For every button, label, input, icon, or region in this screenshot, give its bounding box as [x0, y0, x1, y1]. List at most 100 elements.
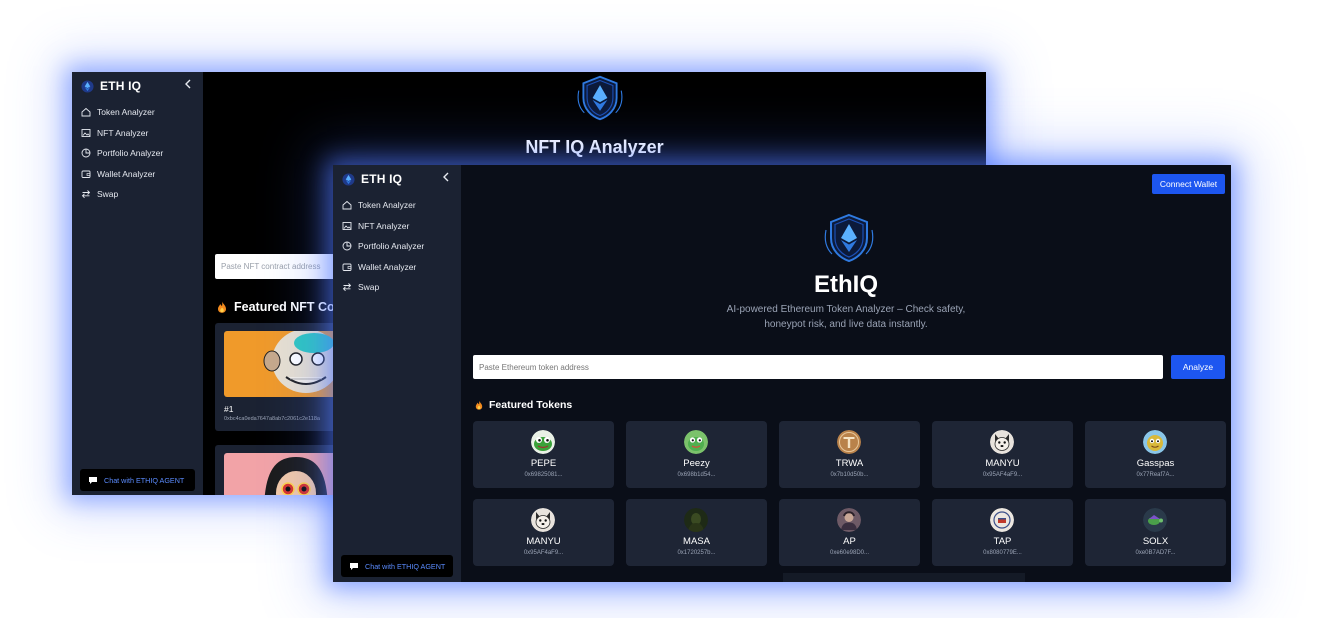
- token-card-ap[interactable]: AP 0xe60e98D0...: [779, 499, 920, 566]
- sidebar: ETH IQ Token Analyzer NFT Analyzer Portf…: [333, 165, 461, 582]
- analyze-button[interactable]: Analyze: [1171, 355, 1225, 379]
- featured-nft-heading: Featured NFT Col: [217, 300, 338, 314]
- frog-icon: [531, 430, 555, 454]
- token-card-peezy[interactable]: Peezy 0x698b1d54...: [626, 421, 767, 488]
- sidebar-item-portfolio-analyzer[interactable]: Portfolio Analyzer: [72, 143, 203, 164]
- sidebar-item-swap[interactable]: Swap: [333, 277, 461, 298]
- sidebar-item-wallet-analyzer[interactable]: Wallet Analyzer: [333, 257, 461, 278]
- sidebar-item-wallet-analyzer[interactable]: Wallet Analyzer: [72, 164, 203, 185]
- token-address: 0x698b1d54...: [677, 472, 716, 478]
- token-symbol: TRWA: [835, 458, 864, 469]
- sidebar-item-label: NFT Analyzer: [97, 127, 149, 138]
- pie-chart-icon: [342, 241, 352, 251]
- shiba-icon: [531, 508, 555, 532]
- token-symbol: AP: [843, 536, 856, 547]
- sidebar-item-label: Portfolio Analyzer: [97, 148, 164, 159]
- photo-avatar-icon: [837, 508, 861, 532]
- token-address: 0x69825081...: [524, 472, 563, 478]
- token-card-pepe[interactable]: PEPE 0x69825081...: [473, 421, 614, 488]
- token-card-masa[interactable]: MASA 0x1720257b...: [626, 499, 767, 566]
- token-address: 0xe0B7AD7F...: [1135, 550, 1176, 556]
- chat-agent-button[interactable]: Chat with ETHIQ AGENT: [80, 469, 195, 491]
- token-symbol: SOLX: [1142, 536, 1169, 547]
- sidebar-nav: Token Analyzer NFT Analyzer Portfolio An…: [333, 195, 461, 298]
- token-address: 0xe60e98D0...: [829, 550, 870, 556]
- featured-tokens-title: Featured Tokens: [489, 399, 573, 411]
- featured-nft-title: Featured NFT Col: [234, 300, 339, 314]
- sidebar-item-portfolio-analyzer[interactable]: Portfolio Analyzer: [333, 236, 461, 257]
- token-card-solx[interactable]: SOLX 0xe0B7AD7F...: [1085, 499, 1226, 566]
- sidebar-item-label: NFT Analyzer: [358, 220, 410, 231]
- sidebar-item-label: Token Analyzer: [97, 107, 155, 118]
- sidebar-item-swap[interactable]: Swap: [72, 184, 203, 205]
- nft-address: 0xbc4ca0eda7647a8ab7c2061c2e118a: [224, 416, 320, 422]
- home-icon: [342, 201, 352, 210]
- screenshot-stage: ETH IQ Token Analyzer NFT Analyzer Portf…: [0, 0, 1336, 618]
- connect-wallet-button[interactable]: Connect Wallet: [1152, 174, 1225, 194]
- token-symbol: TAP: [993, 536, 1012, 547]
- fire-icon: [218, 301, 226, 313]
- token-address: 0x8080779E...: [983, 550, 1022, 556]
- sidebar: ETH IQ Token Analyzer NFT Analyzer Portf…: [72, 72, 203, 495]
- seal-icon: [990, 508, 1014, 532]
- token-analyzer-window: ETH IQ Token Analyzer NFT Analyzer Portf…: [333, 165, 1231, 582]
- sidebar-item-label: Portfolio Analyzer: [358, 241, 425, 252]
- token-card-trwa[interactable]: TRWA 0x7b10d50b...: [779, 421, 920, 488]
- token-symbol: Peezy: [683, 458, 710, 469]
- app-name: ETH IQ: [100, 79, 142, 93]
- page-title: NFT IQ Analyzer: [525, 137, 664, 157]
- featured-tokens-heading: Featured Tokens: [475, 399, 572, 411]
- chat-agent-label: Chat with ETHIQ AGENT: [104, 475, 185, 485]
- wallet-icon: [81, 170, 91, 178]
- subtitle-line: honeypot risk, and live data instantly.: [764, 318, 928, 330]
- chat-bubble-icon: [89, 477, 97, 484]
- swap-arrows-icon: [81, 190, 91, 199]
- token-card-manyu[interactable]: MANYU 0x95AF4aF9...: [932, 421, 1073, 488]
- sidebar-item-label: Swap: [97, 189, 119, 200]
- image-icon: [81, 128, 91, 137]
- token-card-tap[interactable]: TAP 0x8080779E...: [932, 499, 1073, 566]
- page-subtitle: AI-powered Ethereum Token Analyzer – Che…: [461, 303, 1231, 332]
- brand: ETH IQ: [81, 75, 203, 97]
- sidebar-item-nft-analyzer[interactable]: NFT Analyzer: [333, 216, 461, 237]
- sidebar-item-nft-analyzer[interactable]: NFT Analyzer: [72, 123, 203, 144]
- token-card-gasspas[interactable]: Gasspas 0x77Reaf7A...: [1085, 421, 1226, 488]
- chat-bubble-icon: [350, 563, 358, 570]
- token-address: 0x1720257b...: [677, 550, 716, 556]
- eth-shield-hero-icon: [577, 75, 623, 121]
- token-main: Connect Wallet EthIQ AI-powered Ethereum…: [461, 165, 1231, 582]
- subtitle-line: AI-powered Ethereum Token Analyzer – Che…: [726, 304, 966, 315]
- sidebar-item-label: Wallet Analyzer: [97, 168, 156, 179]
- token-address: 0x77Reaf7A...: [1136, 472, 1175, 478]
- swap-arrows-icon: [342, 283, 352, 292]
- chevron-left-icon[interactable]: [182, 78, 194, 90]
- eth-shield-logo-icon: [342, 172, 355, 186]
- chat-agent-label: Chat with ETHIQ AGENT: [365, 561, 446, 571]
- eth-shield-hero-icon: [824, 213, 874, 263]
- token-card-manyu[interactable]: MANYU 0x95AF4aF9...: [473, 499, 614, 566]
- t-coin-icon: [837, 430, 861, 454]
- sidebar-item-label: Wallet Analyzer: [358, 261, 417, 272]
- token-address: 0x7b10d50b...: [830, 472, 869, 478]
- chevron-left-icon[interactable]: [440, 171, 452, 183]
- frog-icon: [684, 430, 708, 454]
- token-address: 0x95AF4aF9...: [523, 550, 564, 556]
- token-symbol: Gasspas: [1136, 458, 1175, 469]
- image-icon: [342, 221, 352, 230]
- dark-avatar-icon: [684, 508, 708, 532]
- sidebar-item-token-analyzer[interactable]: Token Analyzer: [72, 102, 203, 123]
- chat-agent-button[interactable]: Chat with ETHIQ AGENT: [341, 555, 453, 577]
- turtle-icon: [1143, 508, 1167, 532]
- sidebar-item-token-analyzer[interactable]: Token Analyzer: [333, 195, 461, 216]
- token-address-input[interactable]: [473, 355, 1163, 379]
- sidebar-item-label: Token Analyzer: [358, 200, 416, 211]
- token-symbol: PEPE: [530, 458, 557, 469]
- sidebar-item-label: Swap: [358, 282, 380, 293]
- home-icon: [81, 108, 91, 117]
- cartoon-icon: [1143, 430, 1167, 454]
- page-title: EthIQ: [814, 271, 878, 298]
- token-address: 0x95AF4aF9...: [982, 472, 1023, 478]
- eth-shield-logo-icon: [81, 79, 94, 93]
- token-symbol: MANYU: [985, 458, 1020, 469]
- nft-number: #1: [224, 404, 234, 414]
